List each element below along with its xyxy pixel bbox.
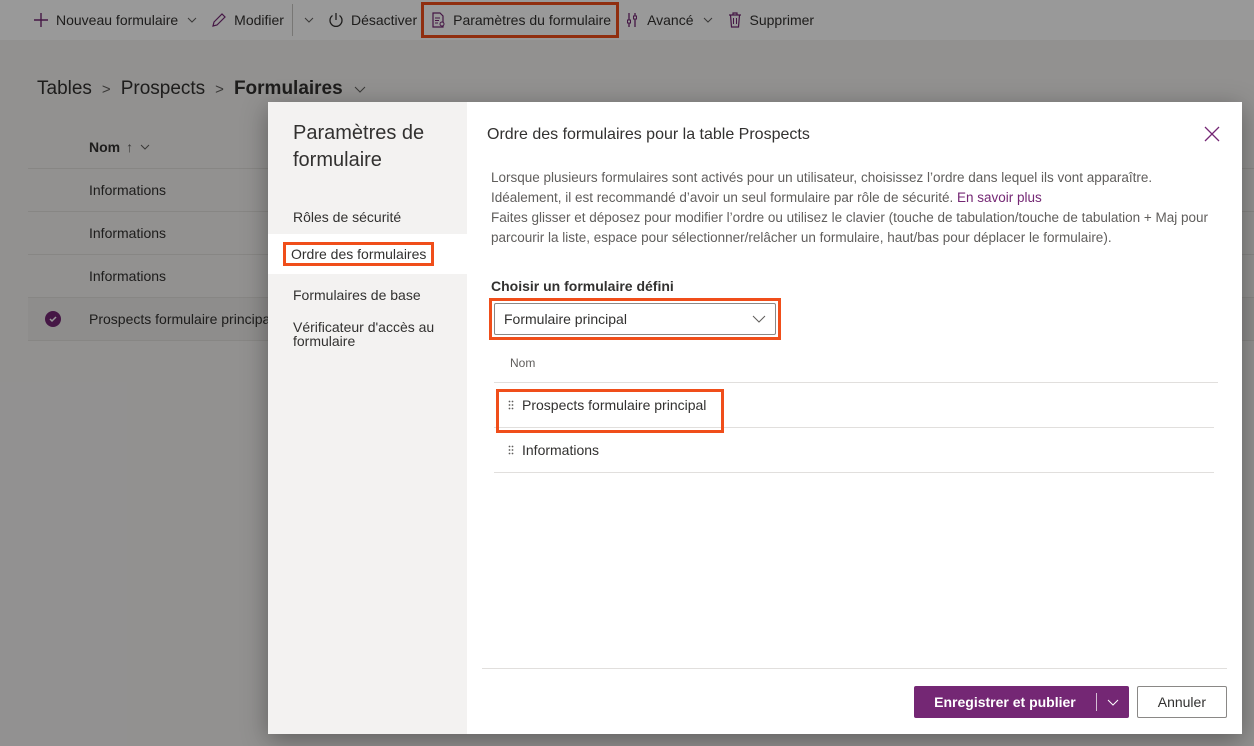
dialog-footer: Enregistrer et publier Annuler [482, 668, 1227, 734]
list-item[interactable]: Informations [494, 428, 1214, 473]
form-select-highlight: Formulaire principal [489, 298, 781, 340]
nav-item-form-access-checker[interactable]: Vérificateur d'accès au formulaire [268, 310, 467, 356]
dialog-title: Ordre des formulaires pour la table Pros… [487, 126, 810, 143]
dialog-nav: Paramètres de formulaire Rôles de sécuri… [268, 102, 467, 734]
form-select-label: Choisir un formulaire défini [491, 278, 674, 294]
chevron-down-icon [752, 315, 766, 323]
list-item[interactable]: Prospects formulaire principal [494, 383, 1214, 433]
chevron-down-icon [1107, 699, 1119, 706]
save-and-publish-button[interactable]: Enregistrer et publier [914, 694, 1096, 710]
list-column-header: Nom [494, 340, 1218, 383]
description: Lorsque plusieurs formulaires sont activ… [491, 170, 1209, 245]
dialog-content: Ordre des formulaires pour la table Pros… [467, 102, 1242, 734]
learn-more-link[interactable]: En savoir plus [957, 190, 1042, 205]
drag-handle-icon[interactable] [508, 400, 514, 410]
cancel-button[interactable]: Annuler [1136, 685, 1227, 718]
dialog-nav-title: Paramètres de formulaire [293, 122, 425, 171]
save-options-dropdown[interactable] [1097, 686, 1129, 718]
nav-item-form-order[interactable]: Ordre des formulaires [268, 234, 467, 274]
close-icon[interactable] [1202, 124, 1222, 144]
form-settings-dialog: Paramètres de formulaire Rôles de sécuri… [268, 102, 1242, 734]
nav-item-fallback-forms[interactable]: Formulaires de base [268, 276, 467, 310]
nav-item-security-roles[interactable]: Rôles de sécurité [268, 202, 467, 232]
form-type-dropdown[interactable]: Formulaire principal [494, 303, 776, 335]
save-and-publish-split-button: Enregistrer et publier [914, 685, 1129, 718]
drag-handle-icon[interactable] [508, 445, 514, 455]
